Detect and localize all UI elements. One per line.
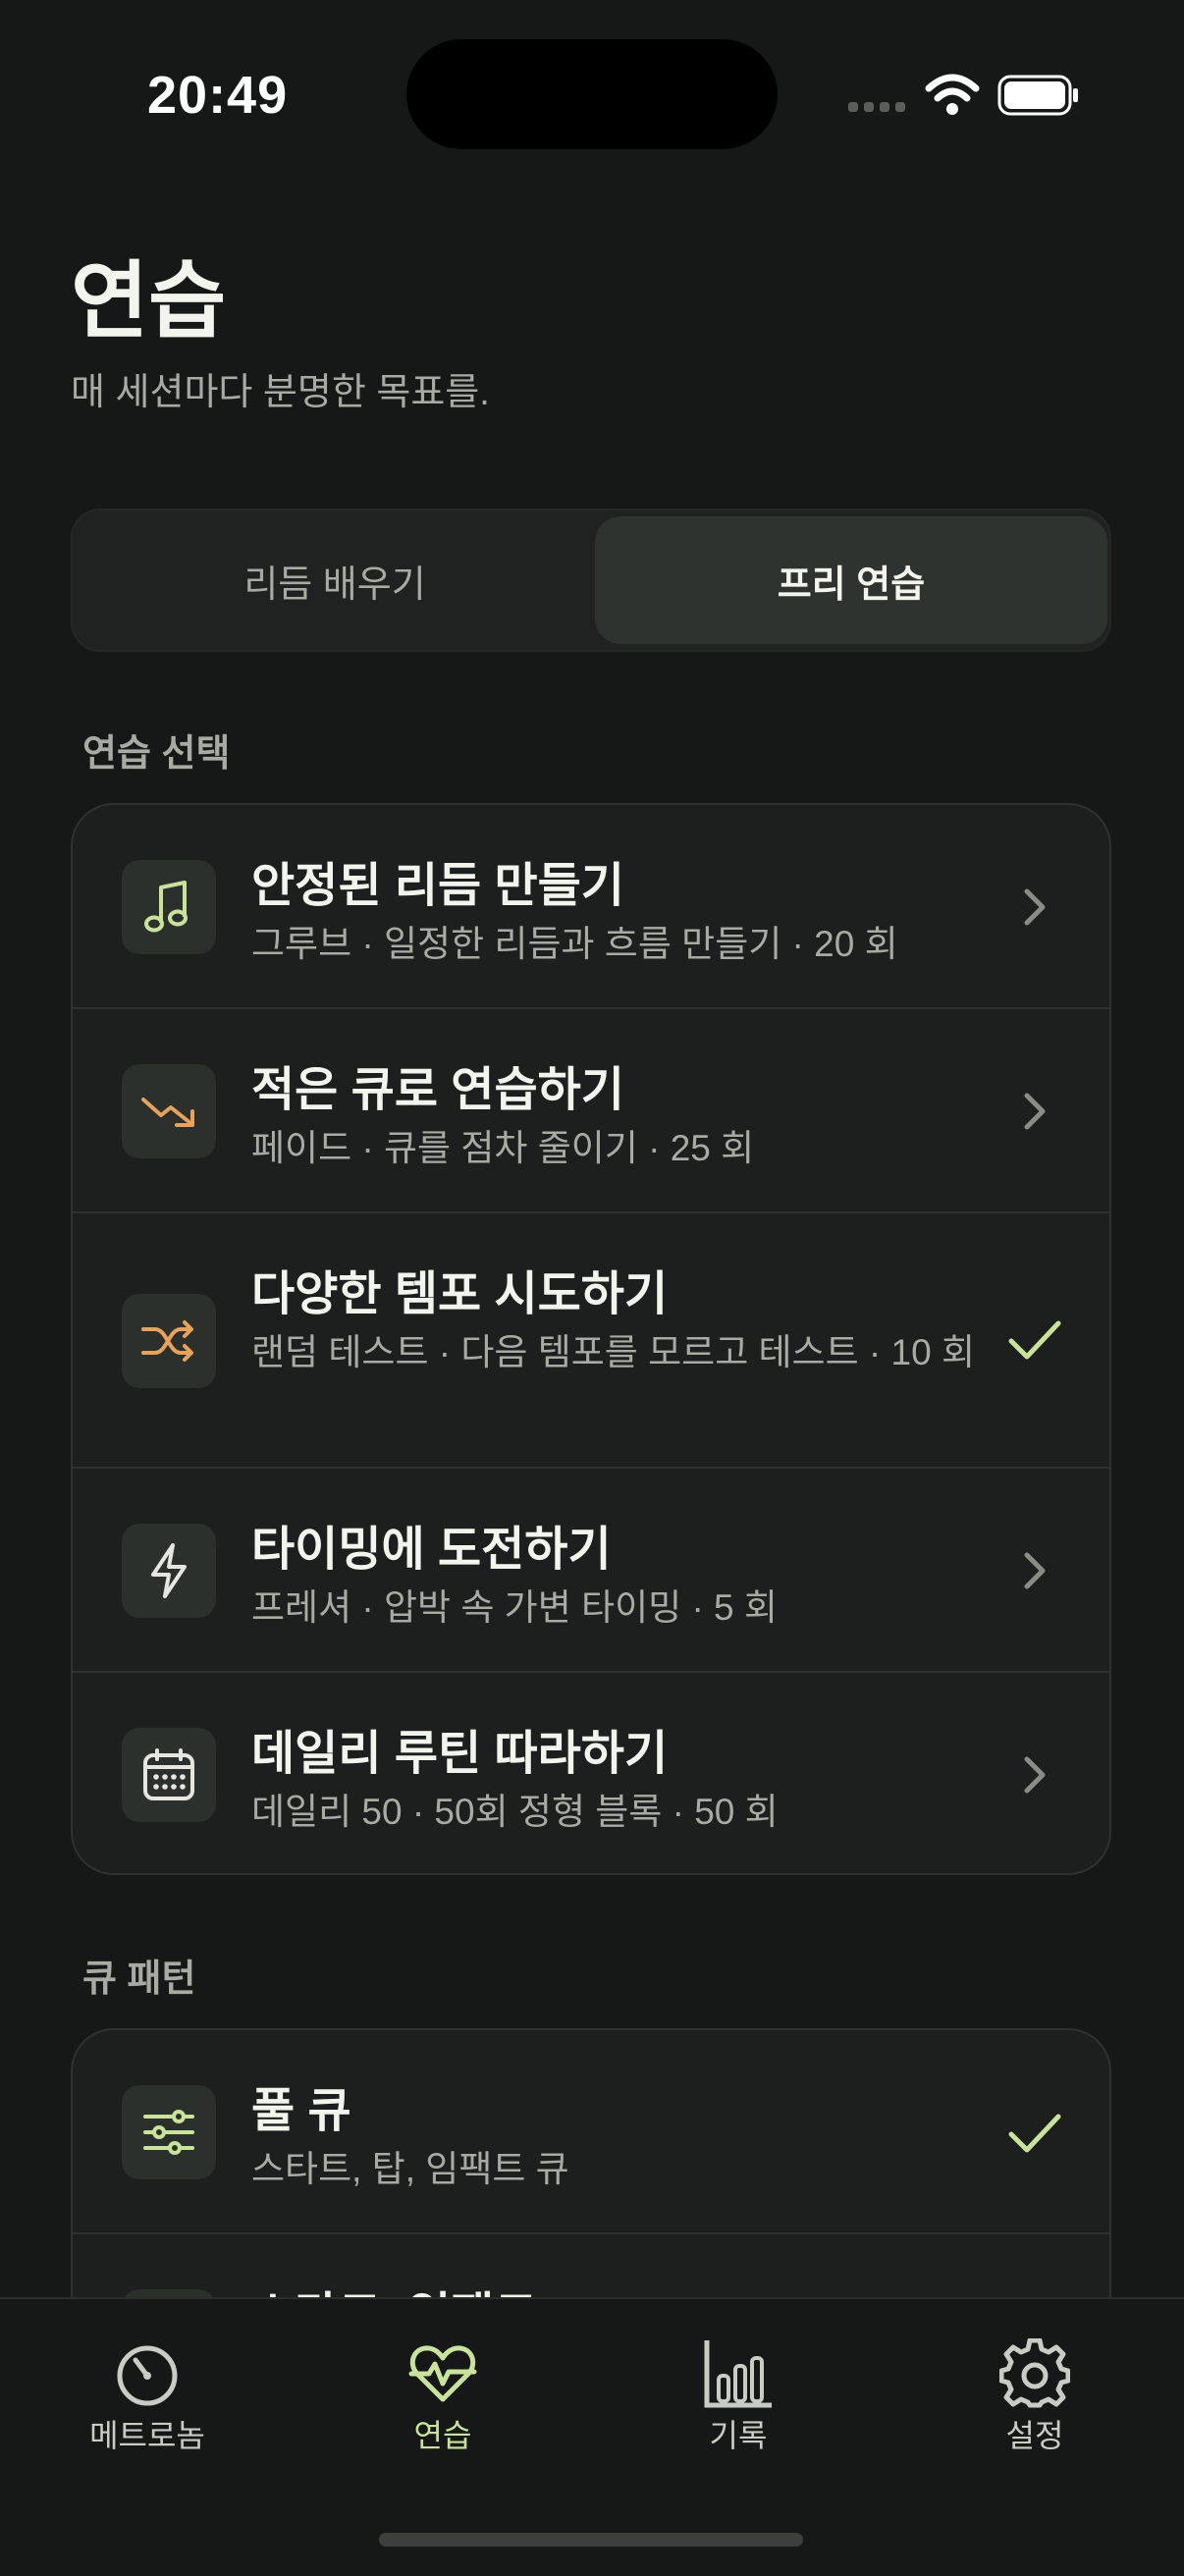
practice-title: 적은 큐로 연습하기 — [251, 1064, 624, 1116]
practice-subtitle: 그루브 · 일정한 리듬과 흐름 만들기 · 20 회 — [251, 924, 898, 964]
practice-title: 안정된 리듬 만들기 — [251, 860, 624, 912]
checkmark-icon — [1008, 2114, 1061, 2153]
chevron-right-icon — [1024, 1756, 1046, 1794]
practice-row-daily-routine[interactable]: 데일리 루틴 따라하기 데일리 50 · 50회 정형 블록 · 50 회 — [73, 1673, 1109, 1873]
heart-pulse-icon — [408, 2345, 477, 2402]
practice-row-steady-rhythm[interactable]: 안정된 리듬 만들기 그루브 · 일정한 리듬과 흐름 만들기 · 20 회 — [73, 805, 1109, 1009]
bar-chart-icon — [704, 2340, 772, 2408]
dynamic-island — [406, 39, 778, 149]
practice-list: 안정된 리듬 만들기 그루브 · 일정한 리듬과 흐름 만들기 · 20 회 적… — [71, 803, 1111, 1875]
practice-title: 데일리 루틴 따라하기 — [251, 1728, 669, 1780]
practice-title: 다양한 템포 시도하기 — [251, 1268, 669, 1320]
calendar-icon — [122, 1728, 216, 1822]
tab-label: 설정 — [1005, 2418, 1064, 2453]
practice-subtitle: 프레셔 · 압박 속 가변 타이밍 · 5 회 — [251, 1587, 778, 1628]
battery-icon — [997, 75, 1078, 116]
cue-title: 풀 큐 — [251, 2085, 351, 2137]
practice-row-varied-tempo[interactable]: 다양한 템포 시도하기 랜덤 테스트 · 다음 템포를 모르고 테스트 · 10… — [73, 1213, 1109, 1469]
chevron-right-icon — [1024, 888, 1046, 926]
cue-subtitle: 스타트, 탑, 임팩트 큐 — [251, 2149, 569, 2189]
practice-row-timing-challenge[interactable]: 타이밍에 도전하기 프레셔 · 압박 속 가변 타이밍 · 5 회 — [73, 1469, 1109, 1673]
tab-label: 메트로놈 — [89, 2418, 205, 2453]
status-bar: 20:49 — [0, 0, 1184, 196]
checkmark-icon — [1008, 1320, 1061, 1360]
segment-free-practice[interactable]: 프리 연습 — [595, 516, 1107, 644]
tab-label: 연습 — [413, 2418, 472, 2453]
cue-row-full[interactable]: 풀 큐 스타트, 탑, 임팩트 큐 — [73, 2030, 1109, 2234]
trend-down-icon — [122, 1064, 216, 1158]
gear-icon — [999, 2338, 1070, 2408]
chevron-right-icon — [1024, 1093, 1046, 1130]
shuffle-icon — [122, 1294, 216, 1388]
tab-label: 기록 — [709, 2418, 768, 2453]
practice-row-fewer-cues[interactable]: 적은 큐로 연습하기 페이드 · 큐를 점차 줄이기 · 25 회 — [73, 1009, 1109, 1213]
sliders-icon — [122, 2085, 216, 2179]
cue-section-label: 큐 패턴 — [82, 1959, 196, 2000]
status-time: 20:49 — [147, 66, 289, 125]
practice-subtitle: 데일리 50 · 50회 정형 블록 · 50 회 — [251, 1792, 779, 1832]
mode-segmented-control: 리듬 배우기 프리 연습 — [71, 509, 1111, 652]
tab-metronome[interactable]: 메트로놈 — [49, 2338, 245, 2456]
page-title: 연습 — [71, 254, 227, 349]
home-indicator — [379, 2533, 803, 2547]
practice-subtitle: 랜덤 테스트 · 다음 템포를 모르고 테스트 · 10 회 — [251, 1332, 975, 1372]
wifi-icon — [925, 74, 980, 115]
tab-history[interactable]: 기록 — [640, 2338, 836, 2456]
chevron-right-icon — [1024, 1552, 1046, 1589]
practice-section-label: 연습 선택 — [82, 733, 231, 775]
segment-learn-rhythm[interactable]: 리듬 배우기 — [79, 516, 591, 644]
bolt-icon — [122, 1524, 216, 1618]
tab-settings[interactable]: 설정 — [937, 2338, 1133, 2456]
practice-subtitle: 페이드 · 큐를 점차 줄이기 · 25 회 — [251, 1128, 755, 1168]
music-note-icon — [122, 860, 216, 954]
cellular-signal-icon — [848, 102, 905, 112]
page-subtitle: 매 세션마다 분명한 목표를. — [71, 372, 490, 413]
metronome-icon — [117, 2345, 178, 2406]
practice-title: 타이밍에 도전하기 — [251, 1524, 612, 1576]
tab-practice[interactable]: 연습 — [345, 2338, 541, 2456]
